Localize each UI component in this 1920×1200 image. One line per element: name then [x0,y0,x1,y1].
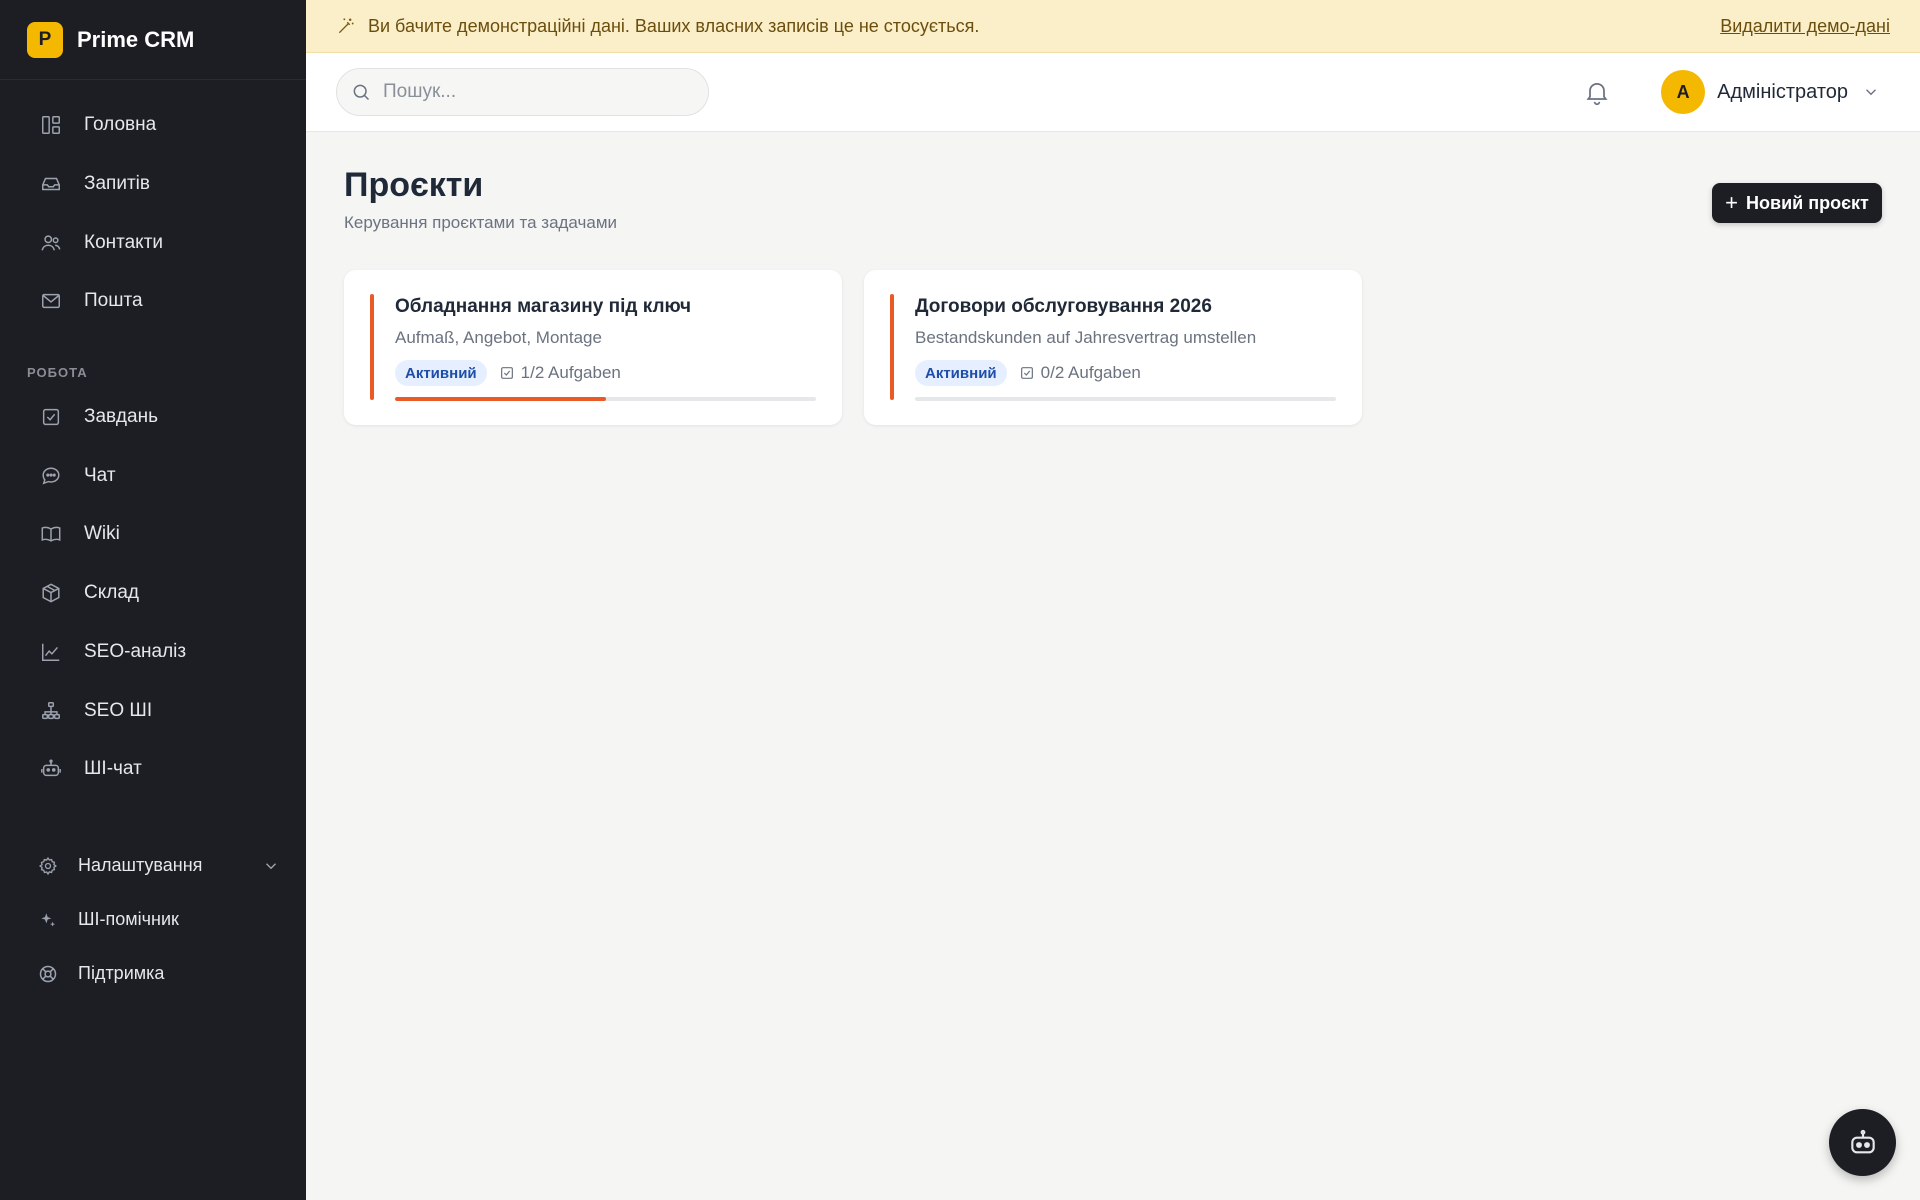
sidebar-item-wiki[interactable]: Wiki [0,505,306,564]
sidebar-item-contacts[interactable]: Контакти [0,213,306,272]
new-project-button[interactable]: + Новий проєкт [1712,183,1882,223]
search-icon [353,84,370,101]
book-icon [40,523,62,545]
users-icon [40,232,62,254]
sidebar-item-label: Wiki [84,523,120,545]
sidebar-item-label: Чат [84,464,116,486]
task-count-label: 1/2 Aufgaben [520,363,621,382]
sidebar-item-settings[interactable]: Налаштування [0,839,306,893]
project-description: Aufmaß, Angebot, Montage [395,328,602,347]
page-title: Проєкти [344,166,484,204]
project-progress [915,397,1336,401]
task-count: 0/2 Aufgaben [1019,363,1141,383]
project-title: Договори обслуговування 2026 [915,296,1212,317]
project-meta: Активний 0/2 Aufgaben [915,360,1141,386]
brand-name: Prime CRM [77,26,195,52]
new-project-label: Новий проєкт [1746,192,1869,213]
project-accent-bar [890,294,894,400]
top-header: A Адміністратор [306,53,1920,132]
sidebar-work-nav: Завдань Чат Wiki Склад SEO-аналіз SEO ШІ… [0,388,306,799]
sidebar-item-home[interactable]: Головна [0,96,306,155]
project-progress-fill [395,397,606,401]
sparkle-icon [38,910,58,930]
project-accent-bar [370,294,374,400]
task-count: 1/2 Aufgaben [499,363,621,383]
network-icon [40,700,62,722]
demo-banner-text: Ви бачите демонстраційні дані. Ваших вла… [368,15,980,36]
project-title: Обладнання магазину під ключ [395,296,692,317]
plus-icon: + [1725,190,1739,215]
gear-icon [38,856,58,876]
lifebuoy-icon [38,964,58,984]
dashboard-icon [40,114,62,136]
sidebar-item-tasks[interactable]: Завдань [0,388,306,447]
sidebar-item-seo-analysis[interactable]: SEO-аналіз [0,623,306,682]
sidebar-item-label: SEO ШІ [84,699,153,721]
sidebar-item-chat[interactable]: Чат [0,446,306,505]
bell-icon[interactable] [1583,78,1611,106]
project-card[interactable]: Обладнання магазину під ключ Aufmaß, Ang… [344,270,842,425]
sidebar-item-label: Контакти [84,231,164,253]
sidebar-item-label: ШІ-помічник [78,909,179,930]
task-count-label: 0/2 Aufgaben [1040,363,1141,382]
sidebar-main-nav: Головна Запитів Контакти Пошта [0,80,306,331]
checkbox-icon [1020,367,1033,379]
chart-icon [40,641,62,663]
sidebar-section-title: РОБОТА [27,364,88,380]
sidebar-item-support[interactable]: Підтримка [0,947,306,1001]
sidebar-item-requests[interactable]: Запитів [0,155,306,214]
sidebar-item-label: SEO-аналіз [84,640,187,662]
sidebar-item-label: Запитів [84,173,150,195]
sidebar-item-label: Пошта [84,290,143,312]
user-name: Адміністратор [1717,80,1848,103]
sidebar-item-label: ШІ-чат [84,758,142,780]
user-menu[interactable]: A Адміністратор [1661,70,1880,114]
page-subtitle: Керування проєктами та задачами [344,213,618,232]
avatar: A [1661,70,1706,114]
sidebar-item-ai-assistant[interactable]: ШІ-помічник [0,893,306,947]
sidebar-item-label: Завдань [84,406,158,428]
checkbox-icon [500,367,513,379]
box-icon [40,582,62,604]
search-input[interactable] [383,81,683,103]
sidebar: P Prime CRM Головна Запитів Контакти Пош… [0,0,306,1200]
chat-icon [40,465,62,487]
robot-icon [40,758,62,780]
demo-banner: Ви бачите демонстраційні дані. Ваших вла… [306,0,1920,53]
sidebar-item-label: Головна [84,114,157,136]
sidebar-item-mail[interactable]: Пошта [0,272,306,331]
project-card[interactable]: Договори обслуговування 2026 Bestandskun… [864,270,1362,425]
chevron-down-icon [1866,89,1876,96]
delete-demo-data-link[interactable]: Видалити демо-дані [1720,16,1890,37]
ai-bot-button[interactable] [1829,1109,1896,1176]
project-meta: Активний 1/2 Aufgaben [395,360,621,386]
mail-icon [40,290,62,312]
project-description: Bestandskunden auf Jahresvertrag umstell… [915,328,1257,347]
brand-logo: P [27,21,63,58]
project-progress [395,397,816,401]
robot-icon [1850,1129,1875,1153]
sidebar-item-label: Підтримка [78,963,165,984]
sidebar-item-ai-chat[interactable]: ШІ-чат [0,740,306,799]
status-badge: Активний [915,360,1007,386]
search-box[interactable] [336,68,709,116]
brand[interactable]: P Prime CRM [0,0,306,80]
sidebar-item-warehouse[interactable]: Склад [0,564,306,623]
status-badge: Активний [395,360,487,386]
chevron-down-icon [266,862,276,869]
sidebar-bottom-nav: Налаштування ШІ-помічник Підтримка [0,839,306,1001]
sidebar-item-seo-ai[interactable]: SEO ШІ [0,681,306,740]
magic-wand-icon [338,18,354,34]
inbox-icon [40,173,62,195]
sidebar-item-label: Налаштування [78,855,203,876]
sidebar-item-label: Склад [84,582,139,604]
checkbox-icon [40,406,62,428]
